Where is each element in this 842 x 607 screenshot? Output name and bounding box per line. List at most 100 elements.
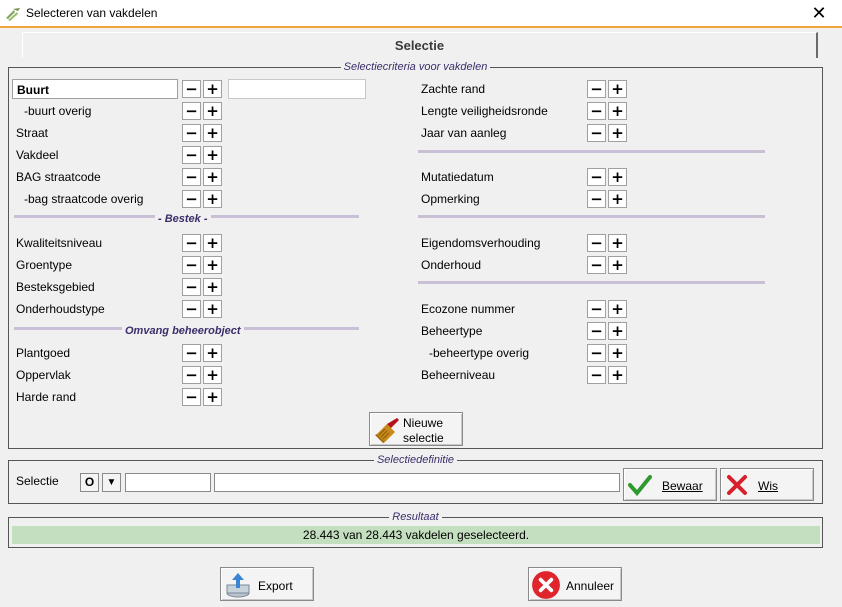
criteria-label-jaar-van-aanleg: Jaar van aanleg <box>421 126 507 140</box>
vakdeel-minus-button[interactable]: − <box>182 146 201 164</box>
save-label: Bewaar <box>662 479 703 493</box>
beheertype-minus-button[interactable]: − <box>587 322 606 340</box>
harde-rand-minus-button[interactable]: − <box>182 388 201 406</box>
onderhoud-plus-button[interactable]: + <box>608 256 627 274</box>
criteria-row-kwaliteitsniveau: Kwaliteitsniveau − + <box>12 233 224 253</box>
zachte-rand-minus-button[interactable]: − <box>587 80 606 98</box>
criteria-row-besteksgebied: Besteksgebied − + <box>12 277 224 297</box>
ecozone-nummer-plus-button[interactable]: + <box>608 300 627 318</box>
clear-label: Wis <box>758 479 778 493</box>
beheerniveau-minus-button[interactable]: − <box>587 366 606 384</box>
plantgoed-plus-button[interactable]: + <box>203 344 222 362</box>
mutatiedatum-plus-button[interactable]: + <box>608 168 627 186</box>
criteria-row-straat: Straat − + <box>12 123 224 143</box>
eigendomsverhouding-plus-button[interactable]: + <box>608 234 627 252</box>
beheertype-overig-minus-button[interactable]: − <box>587 344 606 362</box>
mutatiedatum-minus-button[interactable]: − <box>587 168 606 186</box>
criteria-label-buurt[interactable]: Buurt <box>12 79 178 99</box>
eigendomsverhouding-minus-button[interactable]: − <box>587 234 606 252</box>
harde-rand-plus-button[interactable]: + <box>203 388 222 406</box>
selectie-label: Selectie <box>16 474 59 488</box>
criteria-row-zachte-rand: Zachte rand − + <box>417 79 629 99</box>
onderhoudstype-plus-button[interactable]: + <box>203 300 222 318</box>
lengte-veiligheidsronde-minus-button[interactable]: − <box>587 102 606 120</box>
opmerking-plus-button[interactable]: + <box>608 190 627 208</box>
save-button[interactable]: Bewaar <box>623 468 717 501</box>
result-group-title: Resultaat <box>389 511 442 523</box>
bag-straatcode-plus-button[interactable]: + <box>203 168 222 186</box>
tab-selectie[interactable]: Selectie <box>22 32 818 58</box>
beheertype-overig-plus-button[interactable]: + <box>608 344 627 362</box>
separator-right-3 <box>418 281 765 284</box>
onderhoud-minus-button[interactable]: − <box>587 256 606 274</box>
buurt-plus-button[interactable]: + <box>203 80 222 98</box>
criteria-label-vakdeel: Vakdeel <box>16 148 59 162</box>
criteria-label-beheertype: Beheertype <box>421 324 483 338</box>
selection-description-input[interactable] <box>214 473 620 492</box>
ecozone-nummer-minus-button[interactable]: − <box>587 300 606 318</box>
criteria-label-beheerniveau: Beheerniveau <box>421 368 496 382</box>
criteria-row-beheertype-overig: -beheertype overig − + <box>417 343 629 363</box>
selection-code-input[interactable] <box>125 473 211 492</box>
beheertype-plus-button[interactable]: + <box>608 322 627 340</box>
besteksgebied-plus-button[interactable]: + <box>203 278 222 296</box>
straat-plus-button[interactable]: + <box>203 124 222 142</box>
criteria-row-jaar-van-aanleg: Jaar van aanleg − + <box>417 123 629 143</box>
buurt-minus-button[interactable]: − <box>182 80 201 98</box>
cancel-icon <box>532 571 560 599</box>
groentype-plus-button[interactable]: + <box>203 256 222 274</box>
zachte-rand-plus-button[interactable]: + <box>608 80 627 98</box>
title-bar: Selecteren van vakdelen ✕ <box>0 0 842 28</box>
straat-minus-button[interactable]: − <box>182 124 201 142</box>
criteria-label-mutatiedatum: Mutatiedatum <box>421 170 494 184</box>
export-button[interactable]: Export <box>220 567 314 601</box>
criteria-label-bag-straatcode-overig: -bag straatcode overig <box>24 192 144 206</box>
criteria-row-bag-straatcode: BAG straatcode − + <box>12 167 224 187</box>
criteria-label-onderhoudstype: Onderhoudstype <box>16 302 105 316</box>
criteria-label-bag-straatcode: BAG straatcode <box>16 170 101 184</box>
beheerniveau-plus-button[interactable]: + <box>608 366 627 384</box>
criteria-row-opmerking: Opmerking − + <box>417 189 629 209</box>
jaar-van-aanleg-plus-button[interactable]: + <box>608 124 627 142</box>
bag-straatcode-minus-button[interactable]: − <box>182 168 201 186</box>
buurt-value-field[interactable] <box>228 79 366 99</box>
result-text: 28.443 van 28.443 vakdelen geselecteerd. <box>12 526 820 544</box>
groentype-minus-button[interactable]: − <box>182 256 201 274</box>
kwaliteitsniveau-plus-button[interactable]: + <box>203 234 222 252</box>
lengte-veiligheidsronde-plus-button[interactable]: + <box>608 102 627 120</box>
opmerking-minus-button[interactable]: − <box>587 190 606 208</box>
buurt-overig-plus-button[interactable]: + <box>203 102 222 120</box>
criteria-row-mutatiedatum: Mutatiedatum − + <box>417 167 629 187</box>
oppervlak-minus-button[interactable]: − <box>182 366 201 384</box>
bag-straatcode-overig-minus-button[interactable]: − <box>182 190 201 208</box>
besteksgebied-minus-button[interactable]: − <box>182 278 201 296</box>
criteria-row-vakdeel: Vakdeel − + <box>12 145 224 165</box>
cancel-button[interactable]: Annuleer <box>528 567 622 601</box>
kwaliteitsniveau-minus-button[interactable]: − <box>182 234 201 252</box>
onderhoudstype-minus-button[interactable]: − <box>182 300 201 318</box>
clear-button[interactable]: Wis <box>720 468 814 501</box>
plantgoed-minus-button[interactable]: − <box>182 344 201 362</box>
criteria-group-title: Selectiecriteria voor vakdelen <box>340 61 491 73</box>
buurt-overig-minus-button[interactable]: − <box>182 102 201 120</box>
app-icon <box>6 8 20 21</box>
jaar-van-aanleg-minus-button[interactable]: − <box>587 124 606 142</box>
criteria-row-ecozone-nummer: Ecozone nummer − + <box>417 299 629 319</box>
o-button[interactable]: O <box>80 473 99 492</box>
criteria-row-bag-straatcode-overig: -bag straatcode overig − + <box>12 189 224 209</box>
criteria-row-plantgoed: Plantgoed − + <box>12 343 224 363</box>
criteria-row-groentype: Groentype − + <box>12 255 224 275</box>
export-icon <box>226 573 250 598</box>
oppervlak-plus-button[interactable]: + <box>203 366 222 384</box>
new-selection-label-2: selectie <box>403 431 444 445</box>
vakdeel-plus-button[interactable]: + <box>203 146 222 164</box>
new-selection-button[interactable]: Nieuwe selectie <box>369 412 463 446</box>
section-omvang-title: Omvang beheerobject <box>122 324 244 338</box>
export-label: Export <box>258 579 293 593</box>
bag-straatcode-overig-plus-button[interactable]: + <box>203 190 222 208</box>
close-button[interactable]: ✕ <box>796 0 842 26</box>
criteria-label-plantgoed: Plantgoed <box>16 346 71 360</box>
criteria-row-lengte-veiligheidsronde: Lengte veiligheidsronde − + <box>417 101 629 121</box>
tab-bar: Selectie <box>0 30 842 58</box>
dropdown-arrow-button[interactable]: ▼ <box>102 473 121 492</box>
